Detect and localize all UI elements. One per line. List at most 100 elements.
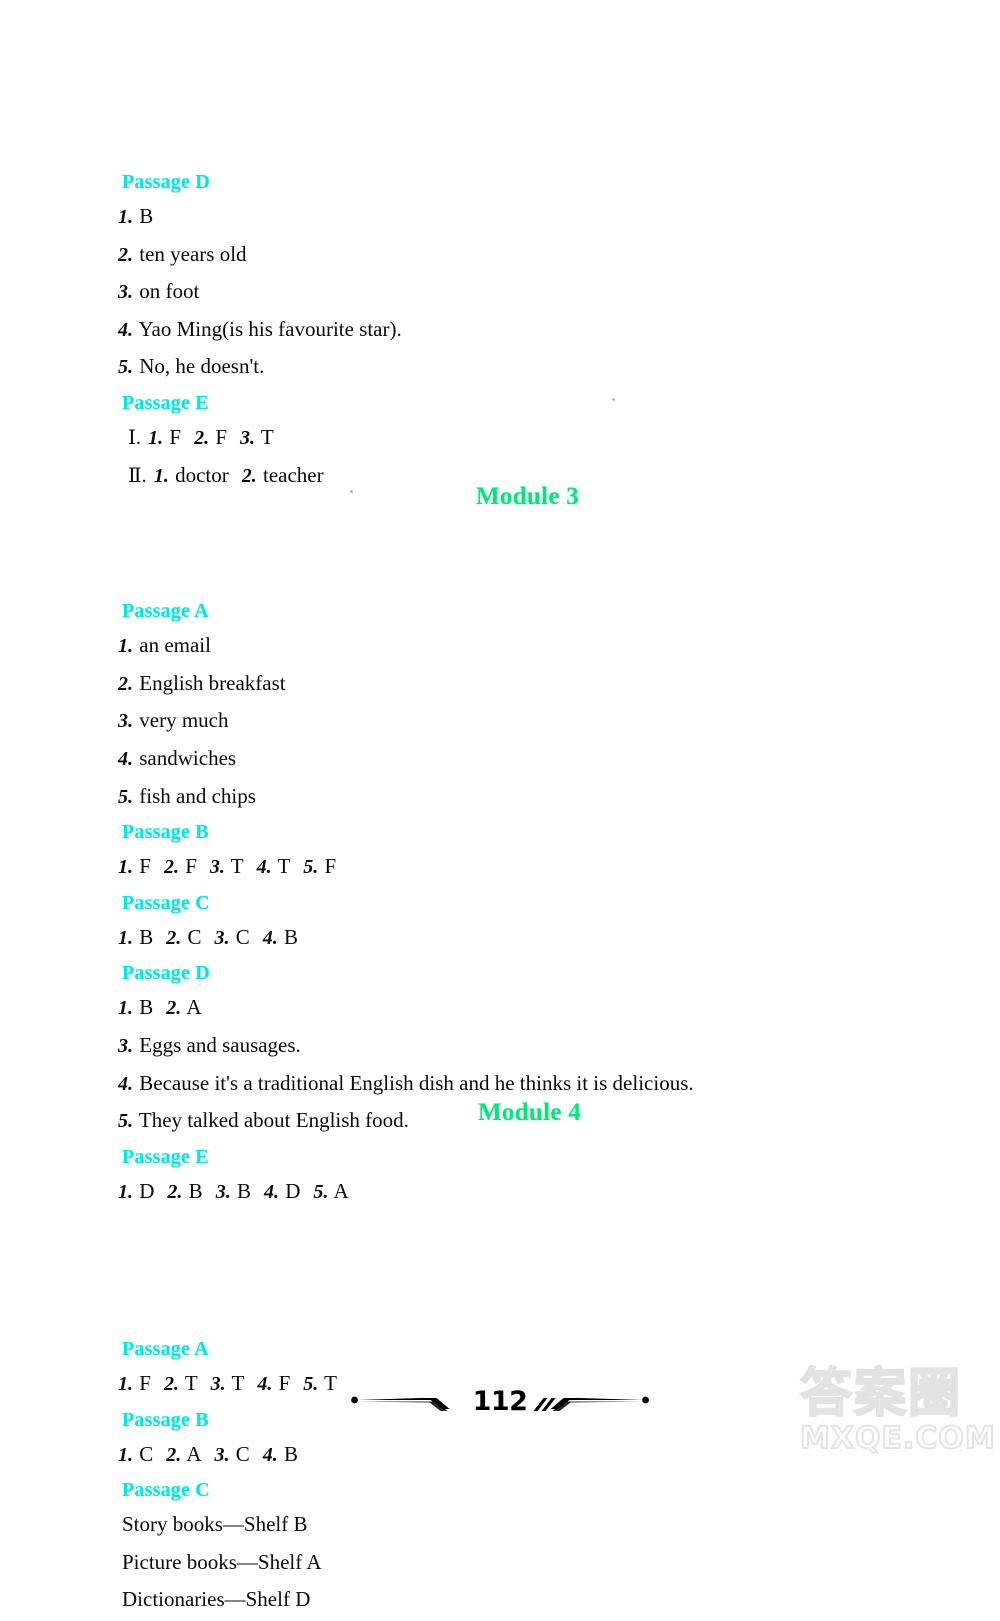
answer-value: English breakfast [139,670,286,695]
answer-line: 2. ten years old [118,239,894,271]
page-number: 112 [472,1385,528,1417]
footer-ornament: 112 [351,1385,650,1415]
answer-line: 3. Eggs and sausages. [118,1030,894,1062]
answer-line: 1. B 2. A [118,992,894,1024]
answer-value: They talked about English food. [138,1108,409,1133]
answer-number: 1. [153,464,169,487]
answer-value: B [188,1178,203,1203]
answer-value: C [139,1441,154,1466]
answer-number: 4. [262,1443,278,1466]
answer-value: T [230,854,244,879]
answer-value: F [169,424,182,449]
answer-value: B [284,924,299,949]
answer-value: teacher [263,462,324,487]
answer-number: 2. [194,426,210,449]
answer-line: 2. English breakfast [118,668,894,700]
answer-value: D [285,1178,301,1203]
answer-value: T [277,854,291,879]
scan-speck [612,398,615,401]
answer-value: Because it's a traditional English dish … [139,1070,694,1095]
answer-value: F [215,424,228,449]
answer-number: 2. [166,1443,182,1466]
passage-heading-d: Passage D [122,962,210,985]
answer-line: 1. D 2. B 3. B 4. D 5. A [118,1176,894,1208]
answer-number: 5. [313,1180,329,1203]
answer-number: 4. [262,926,278,949]
answer-number: 2. [118,243,133,266]
answer-number: 2. [163,856,179,879]
answer-number: 3. [118,281,133,304]
answer-value: C [187,924,202,949]
roman-numeral: Ⅱ. [128,464,147,487]
answer-number: 1. [118,1180,133,1203]
answer-value: Eggs and sausages. [139,1032,301,1057]
answer-line: 4. Yao Ming(is his favourite star). [118,314,894,346]
answer-value: T [260,424,274,449]
answer-number: 3. [215,1180,231,1203]
answer-value: an email [139,633,211,658]
answer-line: Dictionaries—Shelf D [122,1586,311,1611]
answer-number: 1. [118,856,133,879]
passage-heading-a: Passage A [122,1338,209,1361]
passage-heading-d: Passage D [122,171,210,193]
answer-value: Yao Ming(is his favourite star). [138,316,402,341]
answer-line: 3. very much [118,705,894,737]
answer-line: Ⅰ. 1. F 2. F 3. T [128,422,894,454]
module-title-4: Module 4 [478,1099,582,1126]
ornament-left-icon [351,1396,450,1411]
answer-line: 1. B [118,201,894,233]
answer-line: 1. B 2. C 3. C 4. B [118,922,894,954]
answer-value: sandwiches [139,745,237,770]
answer-number: 5. [303,856,319,879]
answer-number: 4. [118,1072,133,1095]
answer-value: B [139,924,154,949]
answer-value: B [139,204,154,228]
answer-value: on foot [139,279,200,304]
answer-number: 4. [256,856,272,879]
answer-value: A [186,1441,202,1466]
answer-number: 3. [209,856,225,879]
answer-line: Picture books—Shelf A [122,1549,322,1574]
answer-number: 1. [118,206,133,228]
answer-number: 4. [118,318,133,341]
answer-value: fish and chips [139,783,256,808]
answer-value: F [324,854,337,879]
answer-value: doctor [175,462,229,487]
answer-line: 1. an email [118,630,894,662]
answer-value: C [235,924,250,949]
answer-value: B [139,995,154,1020]
answer-value: B [236,1178,251,1203]
answer-value: A [333,1178,349,1203]
answer-value: C [235,1441,250,1466]
answer-number: 3. [214,926,230,949]
passage-heading-e: Passage E [122,1145,209,1168]
answer-number: 3. [118,1034,133,1057]
roman-numeral: Ⅰ. [128,426,141,449]
answer-line: 3. on foot [118,276,894,308]
module-title-spacer [104,563,894,597]
answer-number: 1. [118,635,133,658]
answer-number: 2. [118,672,133,695]
answer-value: ten years old [139,241,247,266]
answer-number: 2. [166,926,182,949]
answer-number: 1. [118,997,133,1020]
answer-number: 3. [214,1443,230,1466]
answer-key-page: Passage D 1. B 2. ten years old 3. on foot 4… [0,0,1000,1611]
scan-speck [350,490,353,493]
ornament-right-icon [533,1396,649,1411]
answer-value: No, he doesn't. [139,354,265,379]
answer-number: 5. [118,1110,133,1133]
module-title-3: Module 3 [476,483,580,510]
answer-line: Story books—Shelf B [122,1512,308,1537]
answer-line: 4. Because it's a traditional English di… [118,1068,894,1100]
answer-value: very much [139,708,229,733]
passage-heading-c: Passage C [122,1479,210,1502]
answer-value: A [186,995,202,1020]
answer-line: 1. F 2. F 3. T 4. T 5. F [118,851,894,883]
answer-line: 1. C 2. A 3. C 4. B [118,1439,894,1471]
passage-heading-e: Passage E [122,391,209,414]
page-footer: 112 [0,1385,1000,1439]
answer-line: 5. No, he doesn't. [118,351,894,383]
answer-number: 4. [118,747,133,770]
